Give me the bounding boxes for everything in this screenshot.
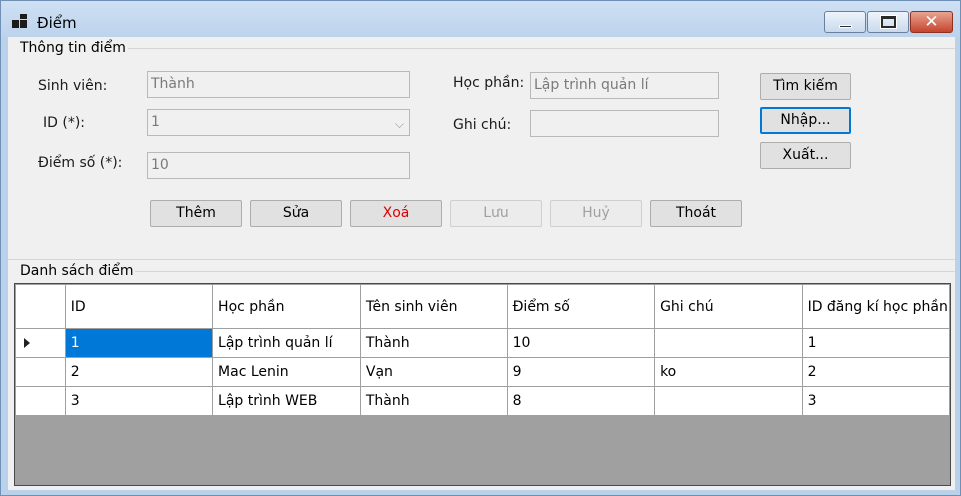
score-label: Điểm số (*): [38, 155, 123, 171]
note-label: Ghi chú: [453, 117, 512, 133]
table-cell[interactable]: 1 [64, 328, 214, 358]
id-combobox-value: 1 [151, 114, 160, 130]
search-button[interactable]: Tìm kiếm [760, 73, 851, 100]
column-header-id[interactable]: ID [64, 284, 214, 329]
scores-table: ID Học phần Tên sinh viên Điểm số Ghi ch… [15, 284, 951, 416]
table-row[interactable]: 3 Lập trình WEB Thành 8 3 [15, 386, 951, 416]
table-cell[interactable]: Mac Lenin [212, 357, 361, 387]
table-cell[interactable]: 1 [801, 328, 951, 358]
student-field[interactable]: Thành [147, 71, 410, 98]
group-info-border [120, 48, 955, 49]
note-field[interactable] [530, 110, 719, 137]
group-list-border [126, 271, 955, 272]
import-button[interactable]: Nhập... [760, 107, 851, 134]
id-combobox[interactable]: 1 ⌵ [147, 109, 410, 136]
table-cell[interactable]: 10 [506, 328, 656, 358]
edit-button[interactable]: Sửa [250, 200, 342, 227]
row-header-corner [15, 284, 66, 329]
chevron-down-icon[interactable]: ⌵ [395, 112, 404, 135]
table-cell[interactable]: Vạn [359, 357, 508, 387]
table-cell[interactable]: 2 [801, 357, 951, 387]
add-button[interactable]: Thêm [150, 200, 242, 227]
column-header-course[interactable]: Học phần [212, 284, 361, 329]
row-header-current[interactable] [15, 328, 66, 358]
diem-window: Điểm ✕ Thông tin điểm Sinh viên: Thành I… [0, 0, 961, 496]
table-cell[interactable] [654, 386, 803, 416]
row-header[interactable] [15, 386, 66, 416]
column-header-registration-id[interactable]: ID đăng kí học phần [801, 284, 951, 329]
table-cell[interactable]: 8 [506, 386, 656, 416]
title-bar[interactable]: Điểm ✕ [1, 1, 960, 37]
save-button: Lưu [450, 200, 542, 227]
table-cell[interactable]: ko [654, 357, 803, 387]
cancel-button: Huỷ [550, 200, 642, 227]
column-header-note[interactable]: Ghi chú [654, 284, 803, 329]
table-row[interactable]: 1 Lập trình quản lí Thành 10 1 [15, 328, 951, 358]
score-field[interactable]: 10 [147, 152, 410, 179]
table-cell[interactable]: 3 [64, 386, 214, 416]
table-cell[interactable]: Thành [359, 386, 508, 416]
table-cell[interactable]: Lập trình WEB [212, 386, 361, 416]
table-cell[interactable]: 3 [801, 386, 951, 416]
row-header[interactable] [15, 357, 66, 387]
table-cell[interactable]: 2 [64, 357, 214, 387]
scores-datagrid[interactable]: ID Học phần Tên sinh viên Điểm số Ghi ch… [14, 283, 951, 486]
maximize-button[interactable] [867, 11, 909, 33]
minimize-icon [839, 25, 852, 28]
course-field[interactable]: Lập trình quản lí [530, 72, 719, 99]
column-header-score[interactable]: Điểm số [506, 284, 656, 329]
table-cell[interactable]: Lập trình quản lí [212, 328, 361, 358]
app-icon [12, 14, 28, 28]
table-cell[interactable] [654, 328, 803, 358]
minimize-button[interactable] [824, 11, 866, 33]
exit-button[interactable]: Thoát [650, 200, 742, 227]
group-list-separator [8, 259, 955, 260]
window-title: Điểm [37, 14, 77, 32]
table-row[interactable]: 2 Mac Lenin Vạn 9 ko 2 [15, 357, 951, 387]
table-header-row: ID Học phần Tên sinh viên Điểm số Ghi ch… [15, 284, 951, 329]
table-cell[interactable]: Thành [359, 328, 508, 358]
close-icon: ✕ [924, 12, 939, 32]
close-button[interactable]: ✕ [910, 11, 953, 33]
delete-button[interactable]: Xoá [350, 200, 442, 227]
group-list-title: Danh sách điểm [18, 263, 136, 279]
current-row-arrow-icon [24, 338, 30, 348]
group-info-title: Thông tin điểm [18, 40, 128, 56]
export-button[interactable]: Xuất... [760, 142, 851, 169]
form-client-area: Thông tin điểm Sinh viên: Thành ID (*): … [8, 37, 955, 490]
maximize-icon [881, 16, 896, 28]
column-header-student[interactable]: Tên sinh viên [359, 284, 508, 329]
student-label: Sinh viên: [38, 78, 108, 94]
id-label: ID (*): [43, 115, 85, 131]
course-label: Học phần: [453, 75, 525, 91]
table-cell[interactable]: 9 [506, 357, 656, 387]
